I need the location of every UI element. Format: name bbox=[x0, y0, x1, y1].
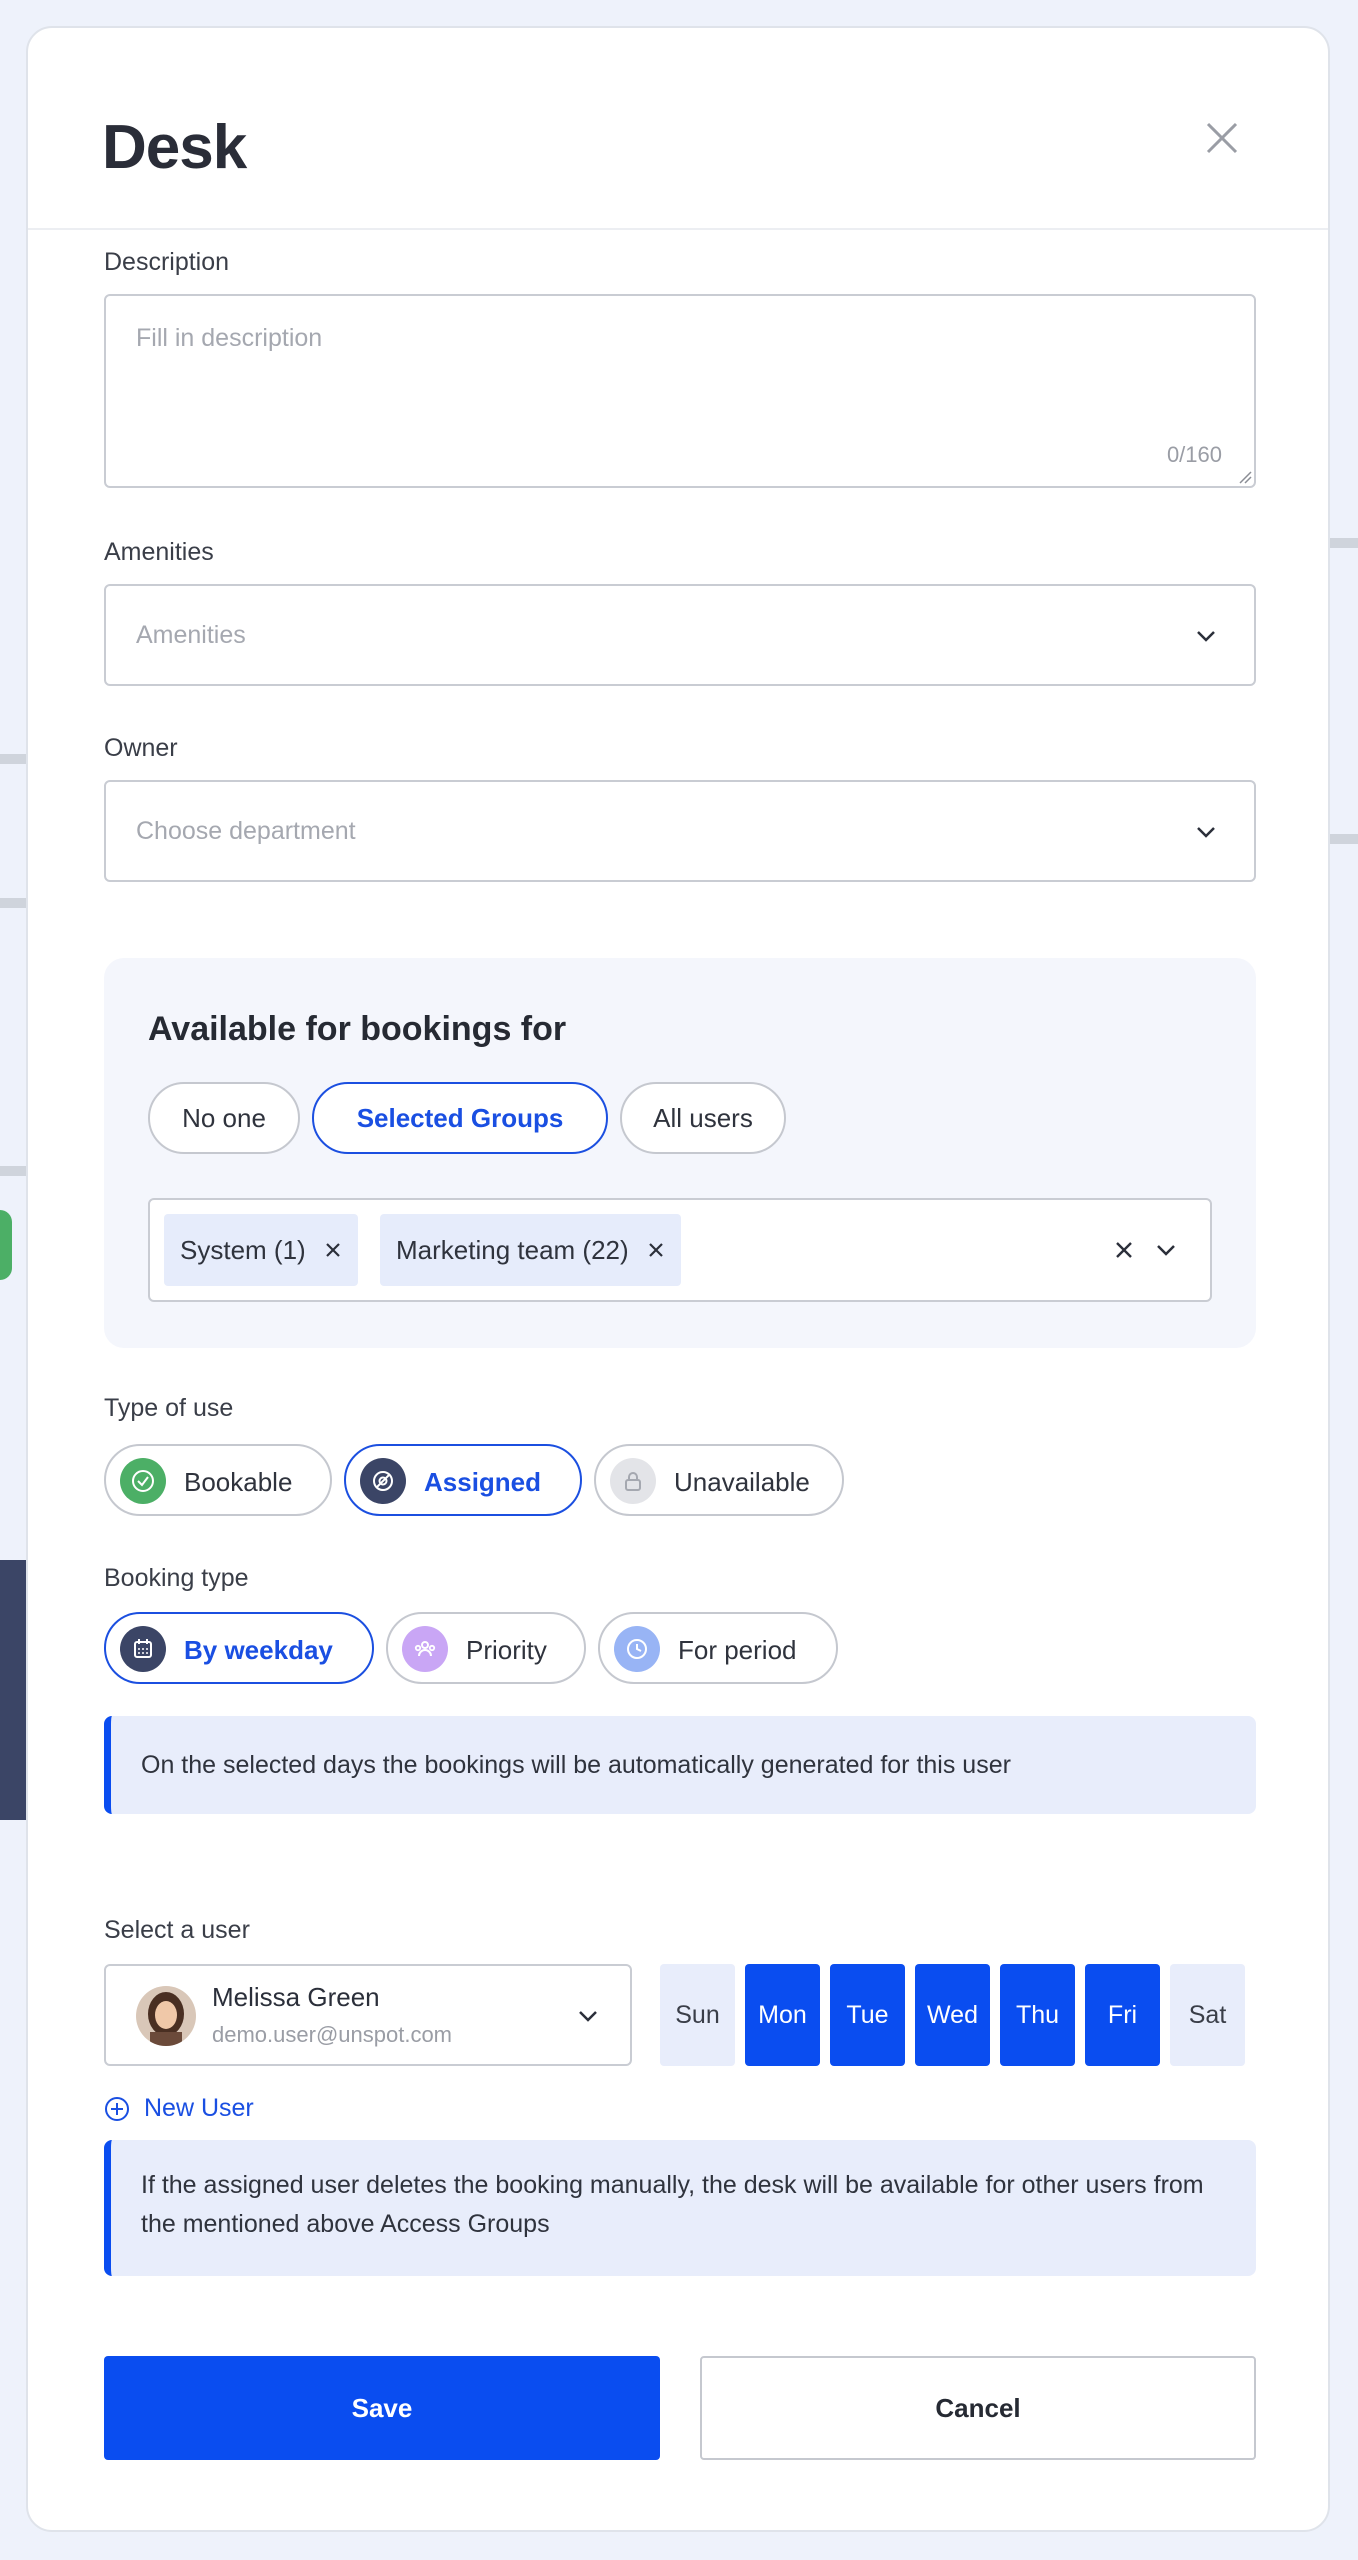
day-toggle-fri[interactable]: Fri bbox=[1085, 1964, 1160, 2066]
assigned-info-text: If the assigned user deletes the booking… bbox=[141, 2171, 1204, 2238]
resize-grip-icon[interactable] bbox=[1236, 468, 1252, 484]
modal-header: Desk bbox=[28, 28, 1328, 230]
description-textarea[interactable]: Fill in description 0/160 bbox=[104, 294, 1256, 488]
description-label: Description bbox=[104, 248, 230, 276]
chevron-down-icon bbox=[1197, 827, 1215, 838]
user-select[interactable]: Melissa Green demo.user@unspot.com bbox=[104, 1964, 632, 2066]
type-option-label: Bookable bbox=[184, 1467, 293, 1497]
background-floor-line bbox=[0, 754, 26, 764]
availability-option-selected-groups[interactable]: Selected Groups bbox=[312, 1082, 608, 1154]
amenities-label: Amenities bbox=[104, 538, 214, 566]
close-icon bbox=[1206, 122, 1238, 154]
owner-placeholder: Choose department bbox=[136, 817, 356, 845]
type-of-use-label: Type of use bbox=[104, 1394, 234, 1422]
user-name: Melissa Green bbox=[212, 1982, 380, 2012]
background-floor-line bbox=[0, 898, 26, 908]
booking-option-label: For period bbox=[678, 1635, 797, 1665]
day-toggle-wed[interactable]: Wed bbox=[915, 1964, 990, 2066]
groups-multiselect[interactable]: System (1) Marketing team (22) bbox=[148, 1198, 1212, 1302]
close-button[interactable] bbox=[1198, 114, 1246, 162]
amenities-placeholder: Amenities bbox=[136, 621, 246, 649]
add-circle-icon bbox=[105, 2096, 129, 2121]
background-marker bbox=[0, 1210, 12, 1280]
group-chip: Marketing team (22) bbox=[380, 1214, 681, 1286]
type-option-bookable[interactable]: Bookable bbox=[104, 1444, 332, 1516]
group-chip-label: System (1) bbox=[180, 1234, 306, 1265]
modal-title: Desk bbox=[102, 113, 247, 182]
lock-icon bbox=[610, 1458, 656, 1504]
availability-option-no-one[interactable]: No one bbox=[148, 1082, 300, 1154]
clock-icon bbox=[614, 1626, 660, 1672]
day-toggle-sun[interactable]: Sun bbox=[660, 1964, 735, 2066]
weekday-info-text: On the selected days the bookings will b… bbox=[141, 1751, 1011, 1779]
booking-option-label: Priority bbox=[466, 1635, 547, 1665]
type-option-label: Unavailable bbox=[674, 1467, 810, 1497]
cancel-button[interactable]: Cancel bbox=[700, 2356, 1256, 2460]
day-toggle-sat[interactable]: Sat bbox=[1170, 1964, 1245, 2066]
day-toggle-thu[interactable]: Thu bbox=[1000, 1964, 1075, 2066]
remove-chip-icon[interactable] bbox=[322, 1239, 344, 1261]
character-counter: 0/160 bbox=[1166, 442, 1222, 467]
booking-option-label: By weekday bbox=[184, 1635, 333, 1665]
day-toggle-tue[interactable]: Tue bbox=[830, 1964, 905, 2066]
save-button[interactable]: Save bbox=[104, 2356, 660, 2460]
type-option-label: Assigned bbox=[424, 1467, 542, 1497]
desk-modal: Desk Description Fill in description 0/1… bbox=[26, 26, 1330, 2532]
group-icon bbox=[402, 1626, 448, 1672]
check-circle-icon bbox=[120, 1458, 166, 1504]
group-chip: System (1) bbox=[164, 1214, 358, 1286]
booking-option-for-period[interactable]: For period bbox=[598, 1612, 838, 1684]
owner-select[interactable]: Choose department bbox=[104, 780, 1256, 882]
calendar-icon bbox=[120, 1626, 166, 1672]
description-placeholder: Fill in description bbox=[136, 324, 323, 352]
assigned-icon bbox=[360, 1458, 406, 1504]
chevron-down-icon bbox=[1197, 631, 1215, 642]
booking-option-priority[interactable]: Priority bbox=[386, 1612, 586, 1684]
availability-panel: Available for bookings for No one Select… bbox=[104, 958, 1256, 1348]
avatar bbox=[136, 1986, 196, 2046]
amenities-select[interactable]: Amenities bbox=[104, 584, 1256, 686]
type-option-unavailable[interactable]: Unavailable bbox=[594, 1444, 844, 1516]
booking-type-label: Booking type bbox=[104, 1564, 249, 1592]
booking-option-by-weekday[interactable]: By weekday bbox=[104, 1612, 374, 1684]
group-chip-label: Marketing team (22) bbox=[396, 1234, 629, 1265]
chevron-down-icon[interactable] bbox=[1154, 1238, 1178, 1262]
assigned-info-banner: If the assigned user deletes the booking… bbox=[104, 2140, 1256, 2276]
new-user-label: New User bbox=[144, 2094, 254, 2122]
availability-option-all-users[interactable]: All users bbox=[620, 1082, 786, 1154]
user-email: demo.user@unspot.com bbox=[212, 2022, 453, 2047]
owner-label: Owner bbox=[104, 734, 178, 762]
day-toggle-mon[interactable]: Mon bbox=[745, 1964, 820, 2066]
background-floor-line bbox=[1330, 834, 1358, 844]
select-user-label: Select a user bbox=[104, 1916, 250, 1944]
weekday-info-banner: On the selected days the bookings will b… bbox=[104, 1716, 1256, 1814]
chevron-down-icon bbox=[579, 2011, 597, 2022]
clear-all-icon[interactable] bbox=[1112, 1238, 1136, 1262]
background-floor-line bbox=[0, 1166, 26, 1176]
background-floor-line bbox=[1330, 538, 1358, 548]
availability-title: Available for bookings for bbox=[148, 1010, 567, 1048]
remove-chip-icon[interactable] bbox=[645, 1239, 667, 1261]
new-user-link[interactable]: New User bbox=[104, 2094, 254, 2123]
background-shape bbox=[0, 1560, 26, 1820]
type-option-assigned[interactable]: Assigned bbox=[344, 1444, 582, 1516]
